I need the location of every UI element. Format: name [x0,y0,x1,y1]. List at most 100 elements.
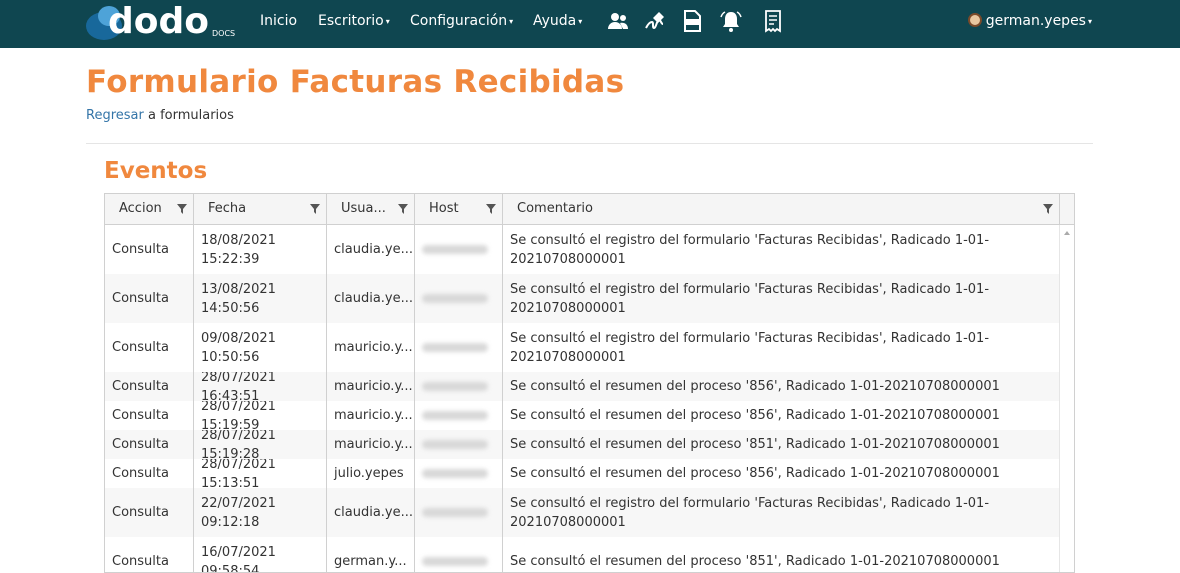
cell-usuario: claudia.ye... [327,274,415,323]
redacted-host [422,343,488,352]
cell-accion: Consulta [105,323,194,372]
cell-fecha: 16/07/2021 09:58:54 [194,537,327,573]
chevron-down-icon: ▾ [385,16,390,26]
top-navbar: dodo DOCS Inicio Escritorio ▾ Configuraci… [0,0,1180,48]
table-row[interactable]: Consulta 28/07/2021 15:19:28 mauricio.y...… [105,430,1060,459]
table-row[interactable]: Consulta 09/08/2021 10:50:56 mauricio.y...… [105,323,1060,372]
cell-usuario: mauricio.y... [327,323,415,372]
nav-inicio[interactable]: Inicio [260,13,297,29]
cell-accion: Consulta [105,372,194,401]
divider [86,143,1093,144]
filter-icon[interactable] [177,204,187,214]
cell-comentario: Se consultó el resumen del proceso '851'… [503,537,1060,572]
users-icon[interactable] [606,9,630,33]
filter-icon[interactable] [310,204,320,214]
column-label: Accion [119,201,162,216]
table-row[interactable]: Consulta 13/08/2021 14:50:56 claudia.ye...… [105,274,1060,323]
column-header-fecha[interactable]: Fecha [194,194,327,224]
cell-text: 28/07/2021 16:43:51 [201,372,276,401]
cell-text: 13/08/2021 14:50:56 [201,281,276,316]
column-label: Usua... [341,201,386,216]
cell-text: Consulta [112,340,169,355]
cell-text: mauricio.y... [334,340,413,355]
filter-icon[interactable] [398,204,408,214]
grid-header: Accion Fecha Usua... Host Comentario [105,194,1074,225]
cell-text: 09/08/2021 10:50:56 [201,330,276,365]
cell-fecha: 28/07/2021 15:19:59 [194,401,327,430]
cell-text: mauricio.y... [334,437,413,452]
cell-text: Consulta [112,408,169,423]
cell-text: Se consultó el resumen del proceso '851'… [510,437,1000,452]
cell-comentario: Se consultó el resumen del proceso '856'… [503,372,1060,401]
scroll-up-arrow-icon[interactable] [1064,231,1070,235]
cell-text: claudia.ye... [334,505,414,520]
nav-ayuda-label: Ayuda [533,13,577,29]
section-title: Eventos [104,158,208,184]
column-header-usuario[interactable]: Usua... [327,194,415,224]
cell-accion: Consulta [105,430,194,459]
chevron-down-icon: ▾ [578,16,583,26]
nav-escritorio[interactable]: Escritorio ▾ [318,13,390,29]
logo-subtext: DOCS [212,29,236,38]
cell-text: 28/07/2021 15:19:59 [201,401,276,430]
bell-icon[interactable] [719,9,743,33]
redacted-host [422,440,488,449]
user-menu[interactable]: german.yepes ▾ [967,13,1092,29]
signature-icon[interactable] [643,9,667,33]
cell-usuario: claudia.ye... [327,225,415,274]
cell-text: Consulta [112,379,169,394]
nav-configuracion[interactable]: Configuración ▾ [410,13,513,29]
receipt-icon[interactable] [761,9,785,33]
chevron-down-icon: ▾ [509,16,514,26]
dodo-logo[interactable]: dodo DOCS [86,1,236,42]
events-grid: Accion Fecha Usua... Host Comentario Con… [104,193,1075,573]
table-row[interactable]: Consulta 18/08/2021 15:22:39 claudia.ye...… [105,225,1060,274]
vertical-scrollbar[interactable] [1059,225,1074,572]
cell-text: Se consultó el resumen del proceso '856'… [510,466,1000,481]
filter-icon[interactable] [486,204,496,214]
cell-text: Se consultó el resumen del proceso '851'… [510,554,1000,569]
cell-usuario: julio.yepes [327,459,415,488]
cell-fecha: 28/07/2021 16:43:51 [194,372,327,401]
nav-ayuda[interactable]: Ayuda ▾ [533,13,582,29]
cell-usuario: claudia.ye... [327,488,415,537]
page-title: Formulario Facturas Recibidas [86,64,625,100]
cell-text: 28/07/2021 15:13:51 [201,459,276,488]
cell-comentario: Se consultó el resumen del proceso '856'… [503,401,1060,430]
cell-comentario: Se consultó el registro del formulario '… [503,274,1060,323]
table-row[interactable]: Consulta 28/07/2021 16:43:51 mauricio.y...… [105,372,1060,401]
cell-text: Consulta [112,466,169,481]
xlsx-file-icon[interactable] [680,9,704,33]
logo-text: dodo [108,1,210,42]
cell-host [415,225,503,274]
cell-fecha: 09/08/2021 10:50:56 [194,323,327,372]
cell-text: julio.yepes [334,466,404,481]
cell-accion: Consulta [105,459,194,488]
cell-accion: Consulta [105,225,194,274]
column-header-host[interactable]: Host [415,194,503,224]
table-row[interactable]: Consulta 28/07/2021 15:13:51 julio.yepes Se… [105,459,1060,488]
cell-text: Consulta [112,242,169,257]
cell-text: 18/08/2021 15:22:39 [201,232,276,267]
cell-text: mauricio.y... [334,408,413,423]
table-row[interactable]: Consulta 22/07/2021 09:12:18 claudia.ye...… [105,488,1060,537]
cell-text: 16/07/2021 09:58:54 [201,544,276,573]
cell-text: claudia.ye... [334,242,414,257]
cell-text: Consulta [112,505,169,520]
redacted-host [422,294,488,303]
filter-icon[interactable] [1043,204,1053,214]
table-row[interactable]: Consulta 16/07/2021 09:58:54 german.y... Se… [105,537,1060,573]
redacted-host [422,469,488,478]
cell-text: Consulta [112,554,169,569]
column-header-accion[interactable]: Accion [105,194,194,224]
cell-host [415,537,503,572]
cell-text: Consulta [112,437,169,452]
nav-escritorio-label: Escritorio [318,13,384,29]
cell-text: 28/07/2021 15:19:28 [201,430,276,459]
table-row[interactable]: Consulta 28/07/2021 15:19:59 mauricio.y...… [105,401,1060,430]
column-header-comentario[interactable]: Comentario [503,194,1060,224]
column-label: Host [429,201,459,216]
cell-text: Se consultó el resumen del proceso '856'… [510,408,1000,423]
back-link[interactable]: Regresar [86,108,144,123]
cell-comentario: Se consultó el resumen del proceso '851'… [503,430,1060,459]
